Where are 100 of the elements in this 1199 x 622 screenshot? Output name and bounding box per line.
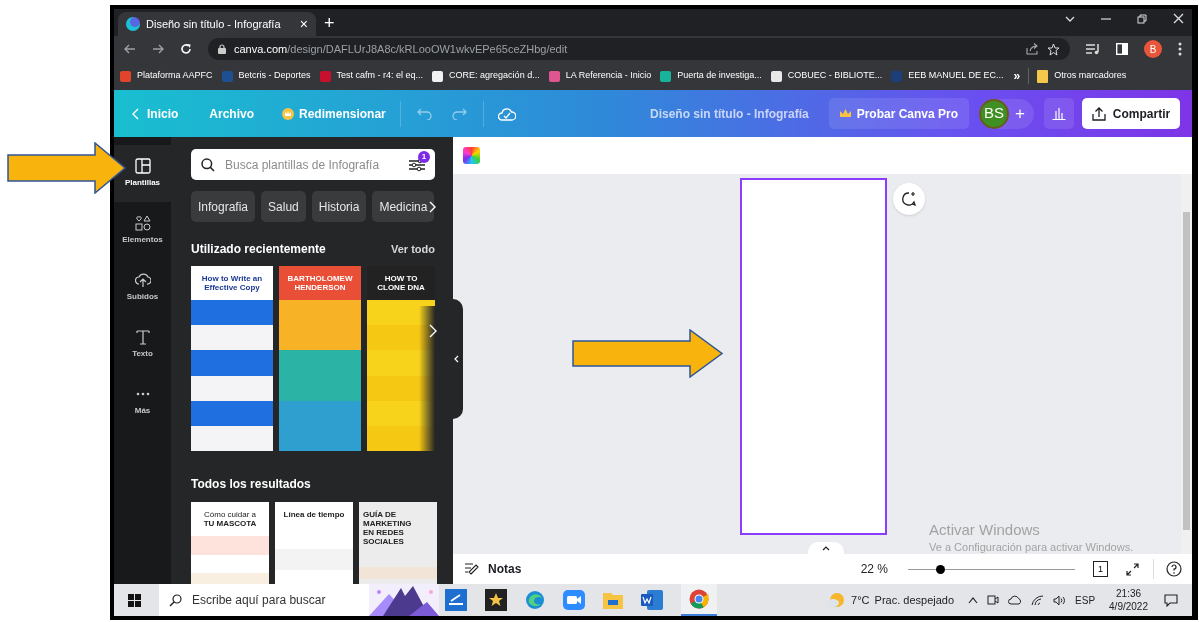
search-icon xyxy=(201,158,215,172)
language-indicator[interactable]: ESP xyxy=(1075,592,1096,608)
bookmark[interactable]: EEB MANUEL DE EC... xyxy=(891,69,1004,83)
section-heading: Todos los resultados xyxy=(191,476,312,493)
add-comment-button[interactable] xyxy=(893,183,925,215)
category-chip[interactable]: Historia xyxy=(311,191,367,222)
zoom-slider[interactable] xyxy=(908,563,1075,575)
chevron-right-icon[interactable] xyxy=(429,324,437,338)
comment-plus-icon xyxy=(901,191,917,207)
bookmark[interactable]: CORE: agregación d... xyxy=(432,69,540,83)
see-all-link[interactable]: Ver todo xyxy=(391,240,435,258)
chrome-taskbar-button[interactable] xyxy=(681,584,717,616)
cloud-icon[interactable] xyxy=(1008,595,1023,605)
color-picker-button[interactable] xyxy=(463,147,480,164)
cloud-upload-icon xyxy=(134,272,151,288)
sidebar-tab[interactable]: Elementos xyxy=(114,202,171,259)
templates-icon xyxy=(134,158,151,174)
movie-star-app-icon[interactable] xyxy=(485,589,507,611)
bar-chart-icon xyxy=(1052,107,1066,120)
close-icon[interactable] xyxy=(1173,13,1184,24)
bookmark[interactable]: COBUEC - BIBLIOTE... xyxy=(770,69,883,83)
star-icon[interactable] xyxy=(1047,42,1060,56)
taskbar-search-field[interactable]: Escribe aquí para buscar xyxy=(159,584,369,616)
page-count-button[interactable]: 1 xyxy=(1093,561,1108,577)
chevron-left-icon xyxy=(132,107,139,120)
text-icon xyxy=(134,329,151,345)
back-arrow-icon[interactable] xyxy=(124,44,136,54)
weather-text: Prac. despejado xyxy=(874,592,955,608)
sidebar-tab[interactable]: Texto xyxy=(114,316,171,373)
sidebar-tab[interactable]: Más xyxy=(114,373,171,430)
zoom-percentage[interactable]: 22 % xyxy=(860,560,888,578)
caret-up-icon[interactable] xyxy=(822,545,830,551)
meeting-icon[interactable] xyxy=(987,594,1000,606)
bookmark[interactable]: Puerta de investiga... xyxy=(660,69,762,83)
chevron-up-icon[interactable] xyxy=(968,596,979,604)
bookmark[interactable]: Plataforma AAPFC xyxy=(120,69,213,83)
close-tab-button[interactable]: × xyxy=(299,17,308,31)
user-avatar[interactable]: BS xyxy=(979,98,1010,129)
tab-title: Diseño sin título - Infografía xyxy=(146,16,282,32)
windows-start-icon[interactable] xyxy=(128,593,141,607)
slider-thumb[interactable] xyxy=(935,564,945,574)
activation-notice-text: Ve a Configuración para activar Windows. xyxy=(929,540,1134,555)
bookmark[interactable]: Test cafm - r4: el eq... xyxy=(319,69,424,83)
bookmark[interactable]: LA Referencia - Inicio xyxy=(548,69,652,83)
category-chip[interactable]: Salud xyxy=(261,191,306,222)
chevron-down-icon[interactable] xyxy=(1065,14,1075,23)
filter-icon[interactable] xyxy=(409,158,425,172)
wifi-icon[interactable] xyxy=(1031,594,1045,606)
cloud-check-icon[interactable] xyxy=(497,106,516,121)
crown-icon xyxy=(839,109,851,118)
speaker-icon[interactable] xyxy=(1053,594,1067,606)
category-chip[interactable]: Medicina xyxy=(372,191,435,222)
lock-icon xyxy=(218,44,226,54)
word-app-icon[interactable] xyxy=(641,590,663,610)
url-text: canva.com/design/DAFLUrJ8A8c/kRLooOW1wkvEPe65ceZHbg/edit xyxy=(234,41,569,57)
chevron-left-icon xyxy=(453,355,459,363)
sidebar-tab[interactable]: Plantillas xyxy=(114,145,171,202)
moon-cloud-icon xyxy=(827,592,846,608)
side-panel-icon[interactable] xyxy=(1116,43,1128,55)
category-chip[interactable]: Infografia xyxy=(191,191,256,222)
search-icon xyxy=(169,593,182,607)
upload-icon xyxy=(1091,106,1106,121)
activation-notice-title: Activar Windows xyxy=(929,521,1041,539)
notes-icon xyxy=(465,563,479,575)
reload-icon[interactable] xyxy=(180,43,192,55)
chrome-browser-icon xyxy=(689,589,709,609)
fullscreen-icon[interactable] xyxy=(1126,562,1139,576)
more-bookmarks-button[interactable]: » xyxy=(1013,67,1021,85)
temperature-text: 7°C xyxy=(851,592,870,608)
clock[interactable]: 21:36 4/9/2022 xyxy=(1109,587,1148,613)
shapes-icon xyxy=(134,215,151,231)
edge-browser-icon[interactable] xyxy=(525,590,545,610)
folder-app-icon[interactable] xyxy=(603,591,623,609)
restore-icon[interactable] xyxy=(1137,13,1147,24)
notes-button[interactable]: Notas xyxy=(465,560,522,578)
address-bar[interactable]: canva.com/design/DAFLUrJ8A8c/kRLooOW1wkvEPe65ceZHbg/edit xyxy=(208,38,1070,60)
insights-button[interactable] xyxy=(1044,98,1074,129)
share-button[interactable]: Compartir xyxy=(1082,98,1180,129)
bookmark[interactable]: Betcris - Deportes xyxy=(221,69,311,83)
sidebar-tab[interactable]: Subidos xyxy=(114,259,171,316)
menu-icon[interactable] xyxy=(1178,42,1182,56)
browser-tab[interactable]: Diseño sin título - Infografía × xyxy=(118,12,316,36)
try-pro-button[interactable]: Probar Canva Pro xyxy=(828,98,970,129)
forward-arrow-icon[interactable] xyxy=(152,44,164,54)
canva-logo-icon xyxy=(126,17,140,31)
crown-icon xyxy=(282,107,295,120)
media-queue-icon[interactable] xyxy=(1086,43,1100,55)
design-page[interactable] xyxy=(740,178,887,535)
share-icon[interactable] xyxy=(1026,43,1039,55)
scanner-app-icon[interactable] xyxy=(445,589,467,611)
notifications-icon[interactable] xyxy=(1164,593,1178,607)
scrollbar-thumb[interactable] xyxy=(1183,212,1190,530)
other-bookmarks-folder[interactable]: Otros marcadores xyxy=(1037,69,1127,83)
video-camera-app-icon[interactable] xyxy=(563,590,585,610)
help-icon[interactable] xyxy=(1166,561,1182,577)
new-tab-button[interactable]: + xyxy=(324,14,335,32)
chevron-right-icon[interactable] xyxy=(429,200,437,213)
add-member-button[interactable]: + xyxy=(1015,105,1025,122)
profile-avatar[interactable]: B xyxy=(1144,40,1162,58)
section-heading: Utilizado recientemente xyxy=(191,241,326,258)
